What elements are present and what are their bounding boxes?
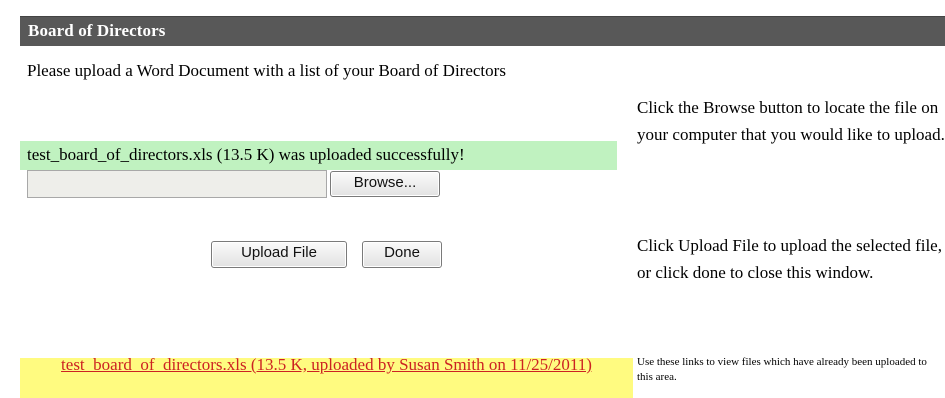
browse-button[interactable]: Browse... xyxy=(330,171,440,197)
success-banner: test_board_of_directors.xls (13.5 K) was… xyxy=(20,141,617,170)
done-button[interactable]: Done xyxy=(362,241,442,268)
upload-instructions: Please upload a Word Document with a lis… xyxy=(27,61,506,80)
header-bar: Board of Directors xyxy=(20,16,945,46)
file-path-input[interactable] xyxy=(27,170,327,198)
uploaded-files-list: test_board_of_directors.xls (13.5 K, upl… xyxy=(20,355,633,398)
upload-dialog: Board of Directors Please upload a Word … xyxy=(0,0,945,398)
success-message: test_board_of_directors.xls (13.5 K) was… xyxy=(27,145,465,164)
browse-help-text: Click the Browse button to locate the fi… xyxy=(637,98,945,144)
uploaded-file-link[interactable]: test_board_of_directors.xls (13.5 K, upl… xyxy=(20,352,633,378)
page-title: Board of Directors xyxy=(28,21,166,40)
upload-help-text: Click Upload File to upload the selected… xyxy=(637,236,942,282)
files-help-text: Use these links to view files which have… xyxy=(637,356,927,383)
upload-file-button[interactable]: Upload File xyxy=(211,241,347,268)
